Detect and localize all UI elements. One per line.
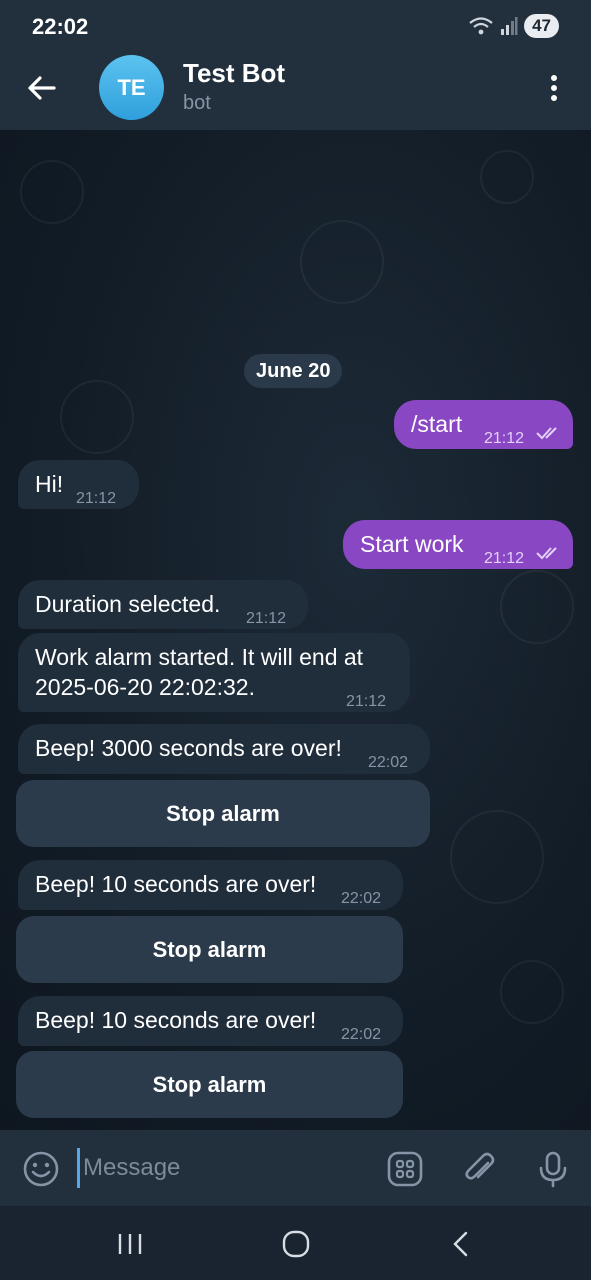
- stop-alarm-button[interactable]: Stop alarm: [16, 916, 403, 983]
- incoming-message[interactable]: Beep! 3000 seconds are over! 22:02: [18, 724, 430, 774]
- wallpaper-doodle: [500, 570, 574, 644]
- battery-indicator: 47: [524, 14, 559, 38]
- message-input[interactable]: [77, 1148, 373, 1188]
- wallpaper-doodle: [300, 220, 384, 304]
- chat-header: TE Test Bot bot: [0, 54, 591, 130]
- message-text-line-1: Work alarm started. It will end at: [35, 644, 364, 670]
- emoji-icon[interactable]: [22, 1150, 60, 1188]
- chat-subtitle: bot: [183, 92, 211, 114]
- date-separator: June 20: [244, 354, 343, 388]
- wallpaper-doodle: [20, 160, 84, 224]
- message-text: /start: [411, 411, 463, 437]
- message-text: Beep! 10 seconds are over!: [35, 871, 317, 897]
- more-vertical-icon[interactable]: [540, 72, 568, 104]
- incoming-message[interactable]: Beep! 10 seconds are over! 22:02: [18, 860, 403, 910]
- microphone-icon[interactable]: [534, 1150, 572, 1188]
- wallpaper-doodle: [450, 810, 544, 904]
- chat-title[interactable]: Test Bot: [183, 58, 285, 89]
- message-text: Start work: [360, 531, 464, 557]
- arrow-left-icon[interactable]: [24, 70, 60, 106]
- incoming-message[interactable]: Beep! 10 seconds are over! 22:02: [18, 996, 403, 1046]
- bot-commands-icon[interactable]: [386, 1150, 424, 1188]
- double-check-icon: [536, 427, 557, 440]
- message-time: 22:02: [368, 754, 409, 771]
- signal-icon: [501, 17, 518, 35]
- stop-alarm-button[interactable]: Stop alarm: [16, 780, 430, 847]
- back-icon[interactable]: [442, 1228, 482, 1260]
- message-text-line-2: 2025-06-20 22:02:32.: [35, 674, 255, 700]
- chat-area[interactable]: June 20 /start 21:12 Hi! 21:12 Start wor…: [0, 130, 591, 1130]
- wifi-icon: [469, 17, 493, 35]
- incoming-message[interactable]: Hi! 21:12: [18, 460, 139, 509]
- stop-alarm-button[interactable]: Stop alarm: [16, 1051, 403, 1118]
- message-time: 22:02: [341, 1026, 382, 1043]
- incoming-message[interactable]: Duration selected. 21:12: [18, 580, 308, 629]
- message-time: 21:12: [484, 550, 525, 567]
- wallpaper-doodle: [60, 380, 134, 454]
- recent-apps-icon[interactable]: [110, 1228, 150, 1260]
- message-time: 22:02: [341, 890, 382, 907]
- message-time: 21:12: [346, 693, 387, 710]
- avatar[interactable]: TE: [99, 55, 164, 120]
- wallpaper-doodle: [480, 150, 534, 204]
- incoming-message[interactable]: Work alarm started. It will end at 2025-…: [18, 633, 410, 712]
- message-time: 21:12: [484, 430, 525, 447]
- message-time: 21:12: [246, 610, 287, 627]
- message-text: Duration selected.: [35, 591, 221, 617]
- message-time: 21:12: [76, 490, 117, 507]
- home-icon[interactable]: [276, 1228, 316, 1260]
- message-text: Beep! 10 seconds are over!: [35, 1007, 317, 1033]
- status-bar: 22:02 47: [0, 0, 591, 54]
- double-check-icon: [536, 547, 557, 560]
- message-text: Hi!: [35, 471, 64, 497]
- wallpaper-doodle: [500, 960, 564, 1024]
- message-input-bar: [0, 1130, 591, 1206]
- outgoing-message[interactable]: Start work 21:12: [343, 520, 573, 569]
- status-time: 22:02: [32, 14, 89, 39]
- system-nav-bar: [0, 1206, 591, 1280]
- attach-icon[interactable]: [461, 1150, 499, 1188]
- message-text: Beep! 3000 seconds are over!: [35, 735, 342, 761]
- status-icons: 47: [468, 14, 559, 38]
- outgoing-message[interactable]: /start 21:12: [394, 400, 573, 449]
